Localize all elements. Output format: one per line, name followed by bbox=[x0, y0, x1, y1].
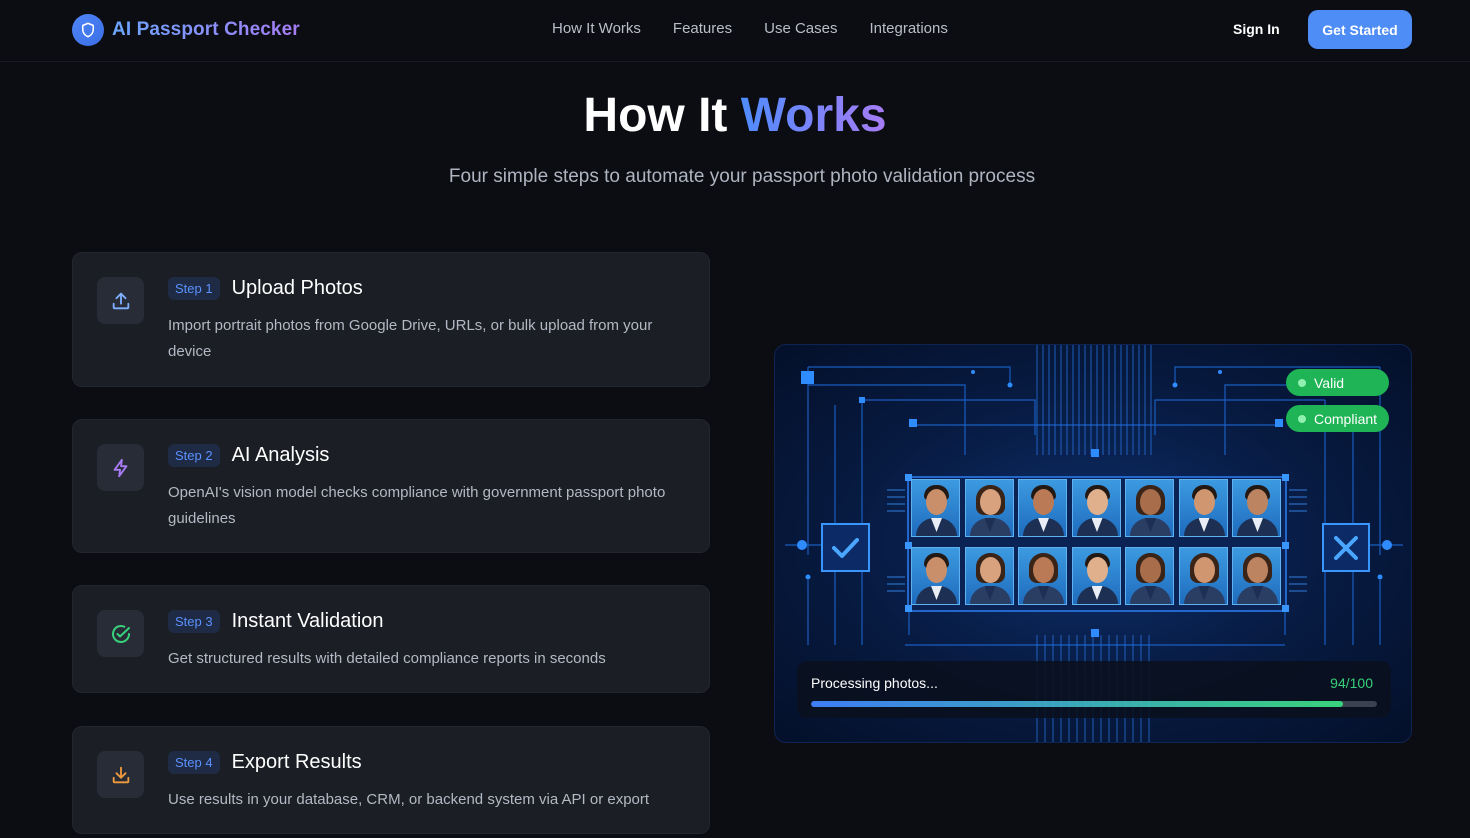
step-title: Upload Photos bbox=[231, 277, 363, 299]
step-description: OpenAI's vision model checks compliance … bbox=[168, 484, 666, 527]
status-dot-icon bbox=[1298, 414, 1306, 423]
nav-link-integrations[interactable]: Integrations bbox=[869, 20, 947, 37]
compliant-badge-label: Compliant bbox=[1314, 410, 1378, 427]
portrait-thumbnail bbox=[1071, 547, 1121, 605]
portrait-thumbnail bbox=[1018, 479, 1067, 537]
step-header: Step 2 AI Analysis bbox=[168, 444, 329, 467]
sign-in-link[interactable]: Sign In bbox=[1233, 21, 1280, 37]
step-title: Export Results bbox=[231, 751, 362, 773]
nav-link-use-cases[interactable]: Use Cases bbox=[764, 20, 837, 37]
progress-fill bbox=[811, 701, 1344, 707]
get-started-button[interactable]: Get Started bbox=[1308, 10, 1412, 49]
step-header: Step 1 Upload Photos bbox=[168, 277, 363, 300]
portrait-thumbnail bbox=[1018, 547, 1067, 605]
nav-link-how-it-works[interactable]: How It Works bbox=[552, 20, 641, 37]
step-header: Step 4 Export Results bbox=[168, 751, 362, 774]
compliant-badge: Compliant bbox=[1286, 405, 1389, 432]
valid-badge-label: Valid bbox=[1314, 374, 1345, 391]
step-header: Step 3 Instant Validation bbox=[168, 610, 384, 633]
step-badge: Step 3 bbox=[168, 610, 220, 633]
download-icon bbox=[97, 751, 144, 798]
validation-illustration: Valid Compliant Processing photos... 94/… bbox=[774, 344, 1412, 743]
step-badge: Step 4 bbox=[168, 751, 220, 774]
step-badge: Step 2 bbox=[168, 444, 220, 467]
step-description: Import portrait photos from Google Drive… bbox=[168, 317, 653, 360]
brand-name: AI Passport Checker bbox=[112, 19, 300, 40]
section-title: How It Works bbox=[0, 88, 1470, 143]
portrait-thumbnail bbox=[1125, 479, 1174, 537]
lightning-icon bbox=[97, 444, 144, 491]
portrait-thumbnail bbox=[964, 479, 1014, 537]
top-navbar: AI Passport Checker How It Works Feature… bbox=[0, 0, 1470, 62]
upload-icon bbox=[97, 277, 144, 324]
portrait-thumbnail bbox=[1232, 547, 1281, 605]
check-circle-icon bbox=[97, 610, 144, 657]
step-title: AI Analysis bbox=[231, 444, 330, 466]
step-card-upload: Step 1 Upload Photos Import portrait pho… bbox=[72, 252, 710, 387]
step-card-export: Step 4 Export Results Use results in you… bbox=[72, 726, 710, 834]
processing-progress: Processing photos... 94/100 bbox=[797, 661, 1391, 718]
valid-badge: Valid bbox=[1286, 369, 1389, 396]
progress-count: 94/100 bbox=[1330, 675, 1373, 691]
portrait-thumbnail bbox=[964, 547, 1014, 605]
section-title-accent: Works bbox=[740, 89, 887, 142]
step-description: Use results in your database, CRM, or ba… bbox=[168, 791, 650, 808]
step-title: Instant Validation bbox=[231, 610, 384, 632]
main-nav: How It Works Features Use Cases Integrat… bbox=[552, 20, 948, 37]
nav-link-features[interactable]: Features bbox=[673, 20, 732, 37]
section-title-plain: How It bbox=[583, 89, 741, 142]
portrait-thumbnail bbox=[1178, 547, 1228, 605]
section-subtitle: Four simple steps to automate your passp… bbox=[448, 166, 1036, 187]
step-card-validation: Step 3 Instant Validation Get structured… bbox=[72, 585, 710, 693]
step-description: Get structured results with detailed com… bbox=[168, 650, 606, 667]
portrait-thumbnail bbox=[1125, 547, 1174, 605]
portrait-thumbnail bbox=[1178, 479, 1228, 537]
step-badge: Step 1 bbox=[168, 277, 220, 300]
step-card-ai-analysis: Step 2 AI Analysis OpenAI's vision model… bbox=[72, 419, 710, 553]
portrait-thumbnail bbox=[1232, 479, 1281, 537]
progress-track bbox=[811, 701, 1377, 707]
portrait-thumbnail bbox=[1071, 479, 1121, 537]
brand[interactable]: AI Passport Checker bbox=[72, 14, 300, 46]
status-dot-icon bbox=[1298, 378, 1306, 387]
progress-label: Processing photos... bbox=[811, 675, 938, 691]
portrait-thumbnail bbox=[911, 547, 960, 605]
shield-icon bbox=[72, 14, 104, 46]
portrait-thumbnail bbox=[911, 479, 960, 537]
